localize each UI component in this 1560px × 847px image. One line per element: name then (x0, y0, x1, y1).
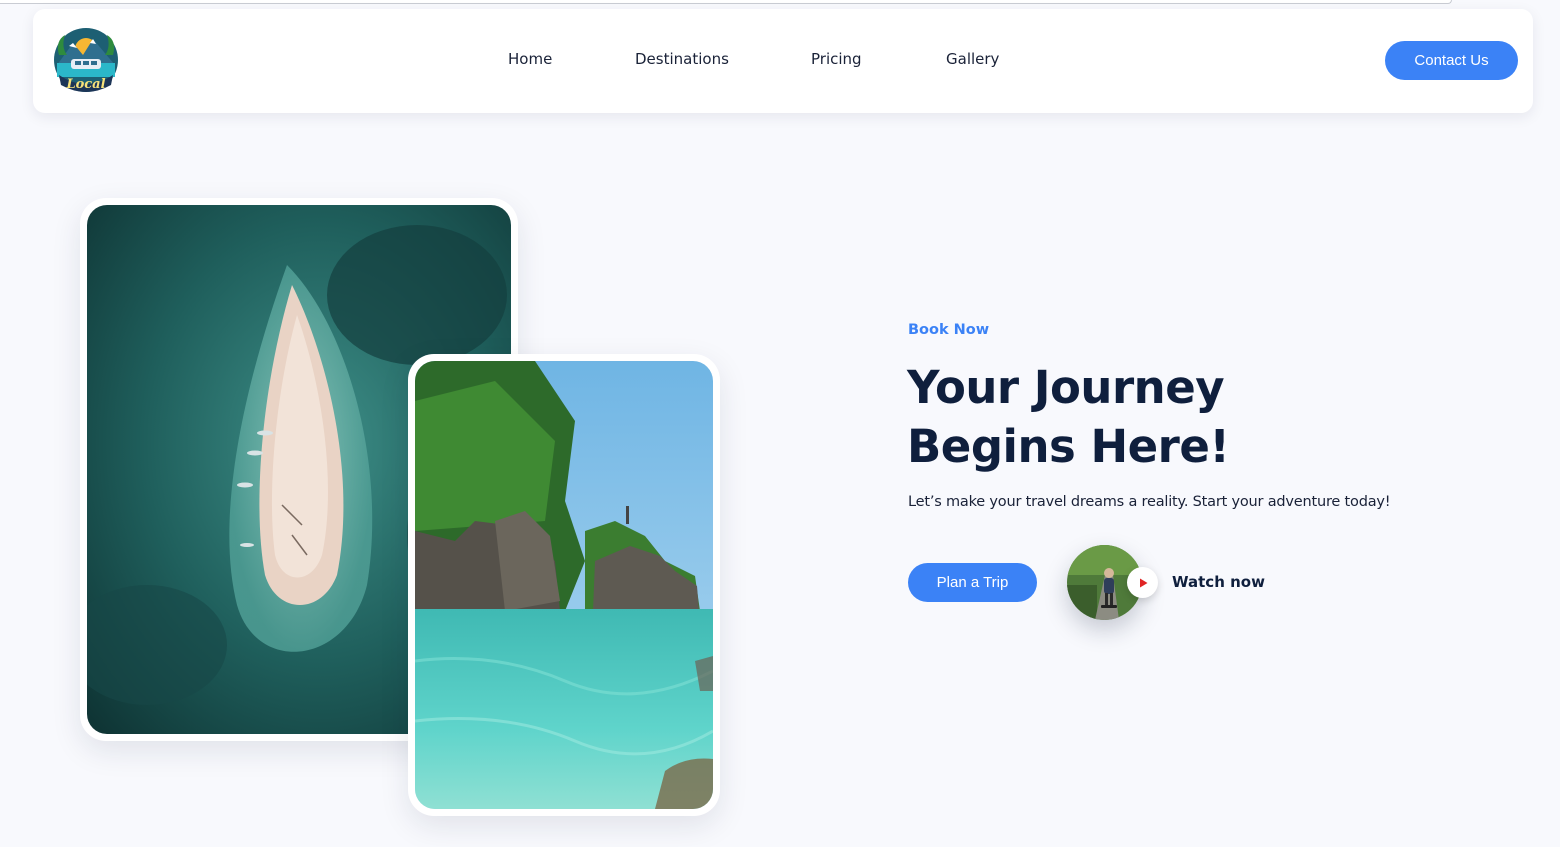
lagoon-cliffs-photo-card (408, 354, 720, 816)
contact-us-button[interactable]: Contact Us (1385, 41, 1518, 80)
plan-a-trip-button[interactable]: Plan a Trip (908, 563, 1037, 602)
play-button[interactable] (1127, 567, 1158, 598)
hero-title-line2: Begins Here! (907, 420, 1230, 473)
hero-title: Your Journey Begins Here! (907, 358, 1427, 476)
navbar: Local Home Destinations Pricing Gallery … (33, 9, 1533, 113)
play-icon (1139, 578, 1147, 587)
browser-top-edge (0, 0, 1452, 4)
nav-link-gallery[interactable]: Gallery (946, 50, 999, 68)
watch-now-link[interactable]: Watch now (1172, 573, 1265, 591)
svg-text:Local: Local (65, 77, 105, 92)
hero-subtitle: Let’s make your travel dreams a reality.… (908, 494, 1391, 510)
local-logo-icon[interactable]: Local (51, 25, 121, 95)
hero-title-line1: Your Journey (907, 361, 1225, 414)
nav-link-home[interactable]: Home (508, 50, 552, 68)
lagoon-cliffs-image (415, 361, 713, 809)
book-now-label: Book Now (908, 322, 990, 338)
nav-link-pricing[interactable]: Pricing (811, 50, 862, 68)
nav-link-destinations[interactable]: Destinations (635, 50, 729, 68)
